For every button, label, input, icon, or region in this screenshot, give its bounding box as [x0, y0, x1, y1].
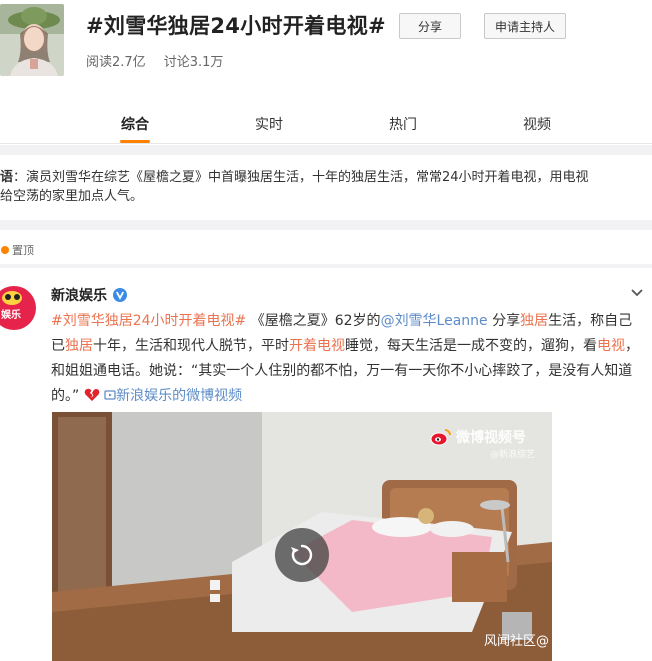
keyword-highlight: 独居 [65, 338, 93, 354]
verified-icon [113, 288, 127, 302]
topic-header: #刘雪华独居24小时开着电视# 分享 申请主持人 阅读2.7亿 讨论3.1万 [0, 0, 652, 96]
topic-hashtag-link[interactable]: #刘雪华独居24小时开着电视# [51, 313, 246, 329]
chevron-down-icon[interactable] [630, 288, 644, 298]
keyword-highlight: 电视 [597, 338, 625, 354]
svg-text:娱乐: 娱乐 [1, 308, 21, 321]
post-text-seg: 《屋檐之夏》62岁的 [250, 313, 381, 329]
post-text-seg: 睡觉，每天生活是一成不变的，遛狗，看 [345, 338, 597, 354]
video-link-icon [104, 390, 116, 400]
topic-avatar [0, 4, 64, 76]
post-text-seg: 十年，生活和现代人脱节，平时 [93, 338, 289, 354]
tab-hot[interactable]: 热门 [389, 114, 417, 134]
read-count: 阅读2.7亿 [86, 55, 146, 70]
pinned-label: 置顶 [12, 244, 34, 257]
page: { "header": { "title": "#刘雪华独居24小时开着电视#"… [0, 0, 652, 661]
section-divider [0, 264, 652, 268]
topic-guide: 导语：演员刘雪华在综艺《屋檐之夏》中首曝独居生活，十年的独居生活，常常24小时开… [0, 168, 645, 206]
keyword-highlight: 开着电视 [289, 338, 345, 354]
post-author[interactable]: 新浪娱乐 [51, 285, 127, 305]
post-text: #刘雪华独居24小时开着电视# 《屋檐之夏》62岁的@刘雪华Leanne 分享独… [51, 309, 643, 409]
tab-realtime[interactable]: 实时 [255, 114, 283, 134]
discussion-count: 讨论3.1万 [163, 55, 224, 70]
guide-text: ：演员刘雪华在综艺《屋檐之夏》中首曝独居生活，十年的独居生活，常常24小时开着电… [13, 170, 589, 185]
guide-text-cont: 声给空荡的家里加点人气。 [0, 189, 144, 204]
mention-link[interactable]: @刘雪华Leanne [381, 313, 488, 329]
post-text-seg: 分享 [487, 313, 521, 329]
replay-button[interactable] [275, 528, 329, 582]
topic-title: #刘雪华独居24小时开着电视# [86, 14, 386, 38]
pinned-tag: 置顶 [0, 242, 34, 258]
topic-tabs: 综合 实时 热门 视频 [0, 100, 652, 144]
share-button[interactable]: 分享 [399, 13, 461, 39]
section-divider [0, 220, 652, 230]
section-divider [0, 145, 652, 155]
tab-overview[interactable]: 综合 [121, 114, 149, 134]
keyword-highlight: 独居 [520, 313, 549, 329]
video-source-link[interactable]: 新浪娱乐的微博视频 [116, 388, 242, 404]
topic-stats: 阅读2.7亿 讨论3.1万 [86, 51, 223, 70]
broken-heart-icon [84, 388, 100, 401]
guide-label: 导语 [0, 170, 14, 185]
apply-host-button[interactable]: 申请主持人 [484, 13, 566, 39]
pin-icon [1, 246, 9, 254]
weibo-logo-icon [430, 429, 451, 446]
tab-video[interactable]: 视频 [523, 114, 551, 134]
watermark-text: 微博视频号 [456, 430, 526, 446]
post-author-avatar[interactable]: 娱乐 [0, 280, 40, 336]
replay-icon [291, 544, 313, 566]
active-tab-indicator [120, 140, 150, 143]
author-name[interactable]: 新浪娱乐 [51, 285, 107, 305]
video-watermark: 微博视频号 [430, 427, 526, 447]
footer-watermark: 风闻社区@ [484, 634, 550, 649]
watermark-sub: @新浪综艺 [490, 450, 536, 460]
